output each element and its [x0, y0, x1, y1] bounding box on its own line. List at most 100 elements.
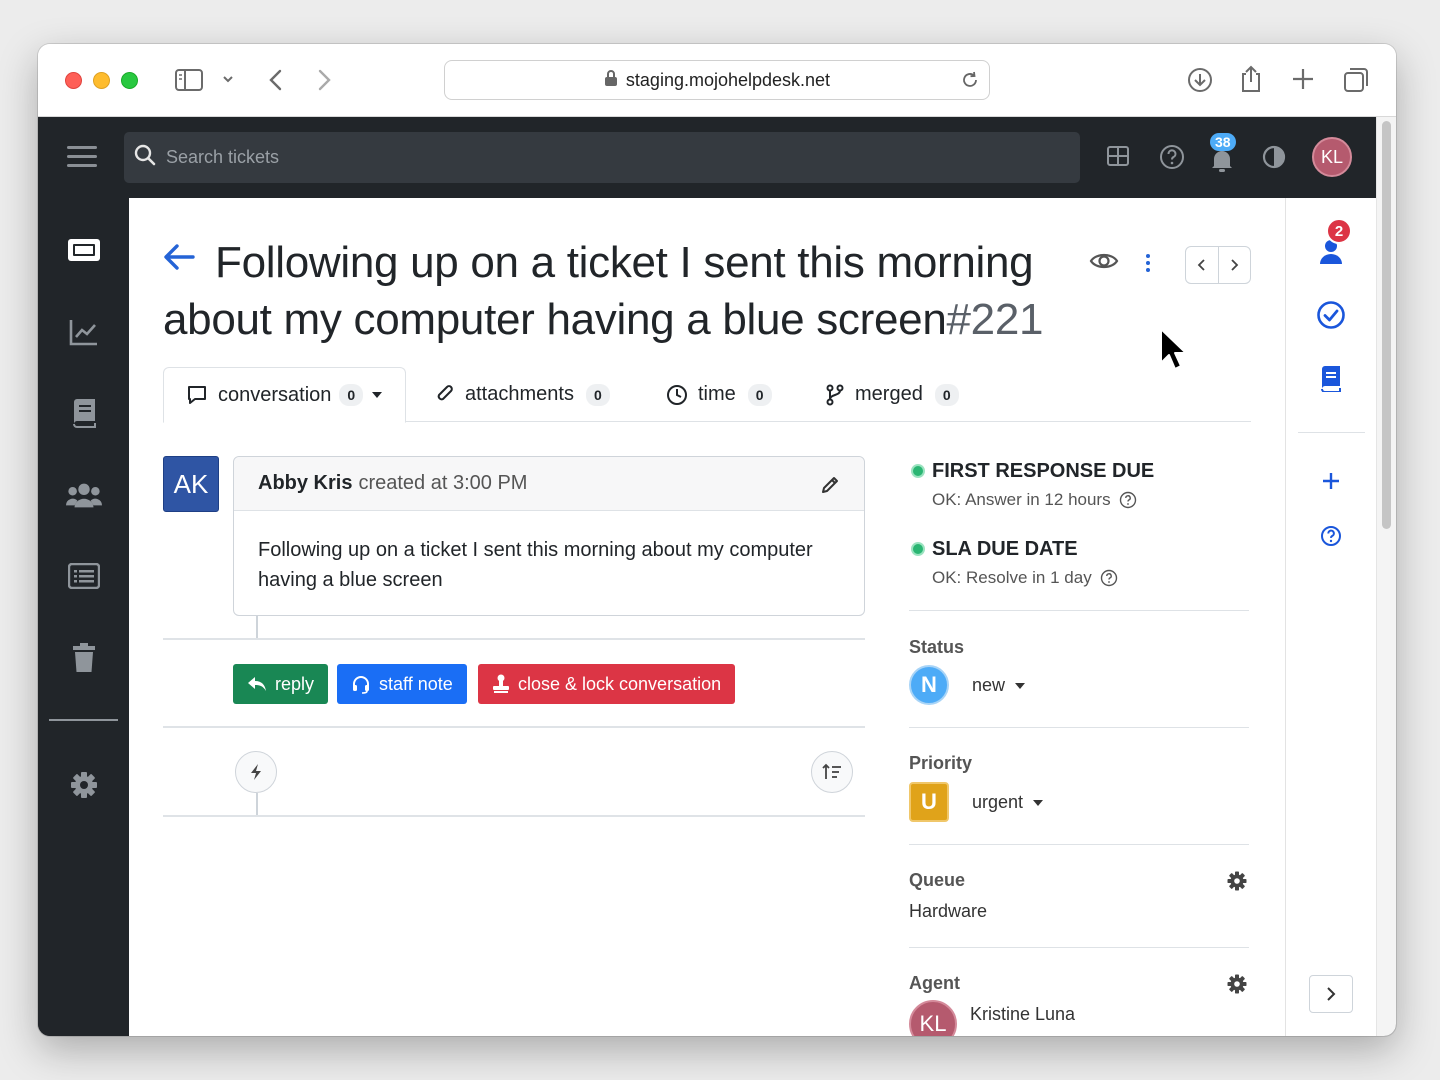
bolt-icon — [251, 764, 261, 780]
url-text: staging.mojohelpdesk.net — [625, 69, 831, 90]
close-window-button[interactable] — [65, 72, 82, 89]
share-icon[interactable] — [1238, 64, 1264, 94]
sla-detail-text: OK: Answer in 12 hours — [932, 490, 1111, 509]
lock-icon — [604, 69, 618, 92]
tab-merged[interactable]: merged 0 — [825, 367, 959, 422]
theme-toggle-icon[interactable] — [1261, 144, 1287, 175]
help-circle-icon[interactable] — [1100, 569, 1118, 587]
user-avatar[interactable]: KL — [1312, 137, 1352, 177]
tab-count: 0 — [934, 383, 959, 406]
chevron-down-icon[interactable] — [221, 72, 235, 86]
more-options-icon[interactable] — [1144, 252, 1152, 279]
search-input[interactable] — [166, 147, 1046, 168]
next-ticket-button[interactable] — [1217, 247, 1251, 283]
sla-detail: OK: Answer in 12 hours — [932, 490, 1137, 510]
zoom-window-button[interactable] — [121, 72, 138, 89]
close-lock-button[interactable]: close & lock conversation — [478, 664, 736, 704]
watch-eye-icon[interactable] — [1089, 250, 1119, 277]
stamp-icon — [493, 674, 509, 693]
tab-count: 0 — [747, 383, 772, 406]
paperclip-icon — [437, 384, 453, 400]
help-circle-icon[interactable] — [1119, 491, 1137, 509]
tab-attachments[interactable]: attachments 0 — [435, 367, 610, 422]
knowledge-base-icon[interactable] — [66, 395, 102, 431]
reload-icon[interactable] — [959, 69, 981, 96]
previous-ticket-button[interactable] — [1186, 247, 1218, 283]
staff-note-label: staff note — [379, 673, 453, 694]
reply-button[interactable]: reply — [233, 664, 329, 704]
scrollbar[interactable] — [1376, 117, 1396, 1036]
tab-label: time — [698, 383, 736, 405]
tab-label: conversation — [218, 383, 332, 406]
status-dropdown[interactable]: new — [972, 675, 1026, 696]
status-badge: N — [909, 665, 949, 705]
tab-label: merged — [855, 383, 923, 405]
ticket-title: Following up on a ticket I sent this mor… — [163, 234, 1063, 348]
message-body: Following up on a ticket I sent this mor… — [258, 539, 813, 591]
caret-down-icon — [1015, 682, 1026, 689]
contact-count-badge: 2 — [1326, 218, 1352, 244]
helpdesk-app: 38 KL — [38, 117, 1396, 1036]
scrollbar-thumb[interactable] — [1382, 121, 1391, 529]
tab-count: 0 — [339, 384, 364, 406]
sidebar-divider — [49, 719, 118, 721]
reply-arrow-icon — [248, 677, 266, 691]
queue-settings-gear-icon[interactable] — [1227, 871, 1247, 896]
search-icon — [134, 144, 156, 171]
search-bar[interactable] — [124, 132, 1080, 183]
agent-avatar: KL — [909, 1000, 957, 1036]
headset-icon — [353, 676, 369, 694]
bell-icon[interactable] — [1210, 147, 1234, 178]
settings-gear-icon[interactable] — [66, 767, 102, 803]
priority-dropdown[interactable]: urgent — [972, 792, 1044, 813]
book-icon[interactable] — [1316, 364, 1346, 394]
sla-status-dot — [911, 464, 925, 478]
queue-value[interactable]: Hardware — [909, 901, 987, 922]
minimize-window-button[interactable] — [93, 72, 110, 89]
browser-forward-icon[interactable] — [314, 68, 334, 92]
agent-settings-gear-icon[interactable] — [1227, 974, 1247, 999]
clock-icon — [667, 384, 687, 405]
trash-icon[interactable] — [66, 640, 102, 676]
users-icon[interactable] — [66, 477, 102, 513]
sidebar-toggle-icon[interactable] — [175, 68, 203, 92]
new-tab-icon[interactable] — [1290, 66, 1316, 92]
sla-label: SLA DUE DATE — [932, 538, 1078, 560]
divider — [909, 610, 1249, 611]
priority-badge: U — [909, 782, 949, 822]
help-icon[interactable] — [1159, 144, 1185, 175]
message-header: Abby Kris created at 3:00 PM — [234, 457, 864, 511]
download-icon[interactable] — [1186, 66, 1214, 94]
tab-conversation[interactable]: conversation 0 — [163, 367, 407, 423]
help-icon[interactable] — [1316, 521, 1346, 551]
agent-name[interactable]: Kristine Luna — [970, 1004, 1075, 1025]
sla-label: FIRST RESPONSE DUE — [932, 460, 1155, 482]
address-bar[interactable]: staging.mojohelpdesk.net — [444, 60, 990, 100]
check-circle-icon[interactable] — [1316, 300, 1346, 330]
top-navbar: 38 KL — [38, 117, 1376, 198]
expand-panel-button[interactable] — [1309, 975, 1353, 1013]
divider — [1298, 432, 1365, 433]
browser-back-icon[interactable] — [266, 68, 286, 92]
quick-action-bolt-button[interactable] — [235, 751, 277, 793]
status-label: Status — [909, 637, 965, 657]
sla-detail: OK: Resolve in 1 day — [932, 568, 1118, 588]
menu-icon[interactable] — [67, 146, 97, 168]
notification-count-badge: 38 — [1210, 133, 1236, 151]
sort-order-button[interactable] — [811, 751, 853, 793]
list-icon[interactable] — [66, 558, 102, 594]
tickets-icon[interactable] — [66, 232, 102, 268]
divider — [909, 727, 1249, 728]
tab-time[interactable]: time 0 — [666, 367, 772, 422]
grid-icon[interactable] — [1106, 144, 1130, 173]
divider — [163, 726, 865, 728]
staff-note-button[interactable]: staff note — [337, 664, 467, 704]
ticket-pager — [1185, 246, 1251, 284]
reports-chart-icon[interactable] — [66, 314, 102, 350]
priority-value: urgent — [972, 792, 1024, 812]
close-lock-label: close & lock conversation — [518, 673, 722, 694]
add-plus-icon[interactable] — [1316, 466, 1346, 496]
tab-overview-icon[interactable] — [1342, 66, 1370, 94]
edit-pencil-icon[interactable] — [820, 475, 840, 500]
reply-label: reply — [275, 673, 315, 694]
